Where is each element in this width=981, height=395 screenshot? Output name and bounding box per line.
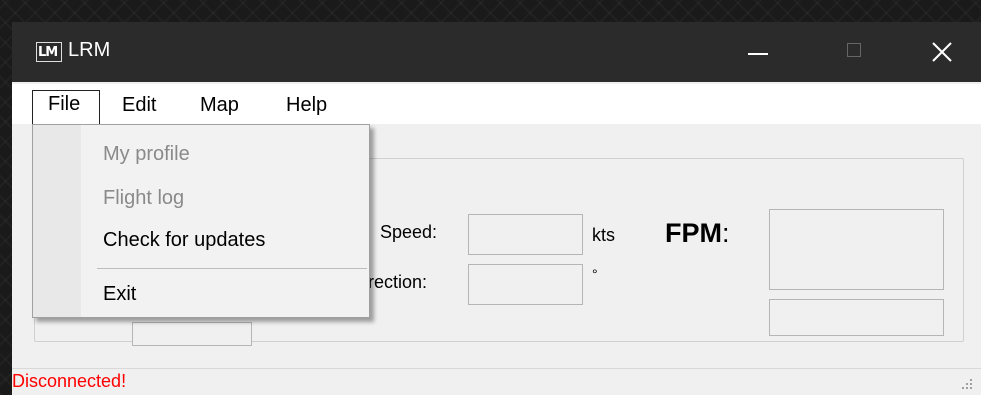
menu-item-flight-log[interactable]: Flight log: [103, 187, 184, 210]
menu-map[interactable]: Map: [200, 92, 239, 120]
minimize-button[interactable]: [718, 22, 798, 82]
fpm-display: [769, 209, 944, 290]
app-window: LM LRM File Edit Map Help Speed: kts ire…: [12, 22, 981, 395]
obscured-control[interactable]: [132, 322, 252, 346]
direction-unit-label: °: [592, 266, 598, 282]
speed-label: Speed:: [380, 222, 438, 242]
status-bar: Disconnected!: [12, 368, 981, 395]
menu-edit[interactable]: Edit: [122, 92, 156, 120]
menu-item-check-updates[interactable]: Check for updates: [103, 229, 265, 252]
speed-field: [468, 214, 583, 255]
speed-unit-label: kts: [592, 225, 616, 245]
fpm-label-colon: :: [722, 218, 730, 248]
close-button[interactable]: [902, 22, 981, 82]
window-title: LRM: [68, 39, 111, 61]
resize-grip-icon[interactable]: [958, 375, 974, 391]
menu-separator: [97, 268, 367, 269]
close-icon: [932, 42, 952, 62]
fpm-label-text: FPM: [665, 218, 722, 248]
menu-help[interactable]: Help: [286, 92, 327, 120]
file-dropdown-menu: My profile Flight log Check for updates …: [32, 124, 370, 318]
maximize-button[interactable]: [814, 22, 894, 82]
app-logo-icon: LM: [36, 42, 62, 62]
connection-status: Disconnected!: [12, 371, 127, 391]
fpm-label: FPM:: [665, 218, 730, 249]
fpm-secondary-display: [769, 299, 944, 336]
title-bar[interactable]: LM LRM: [12, 22, 981, 82]
menu-icon-column: [33, 125, 81, 317]
menu-item-exit[interactable]: Exit: [103, 283, 136, 306]
menu-item-my-profile[interactable]: My profile: [103, 143, 190, 166]
menu-file[interactable]: File: [32, 90, 100, 124]
direction-field: [468, 264, 583, 305]
menu-bar: File Edit Map Help: [12, 84, 981, 124]
direction-label: irection:: [364, 272, 428, 292]
